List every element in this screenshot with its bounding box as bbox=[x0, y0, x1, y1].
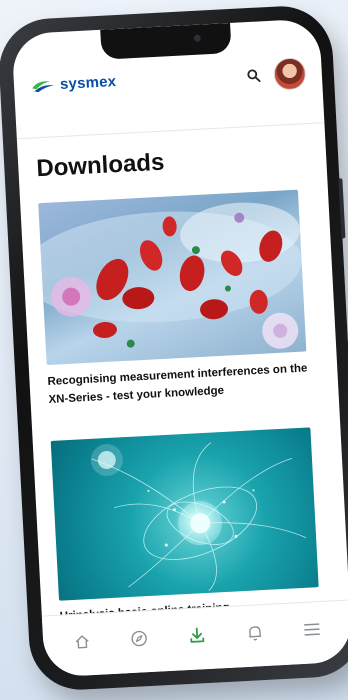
search-icon bbox=[247, 69, 261, 82]
sysmex-logo-icon bbox=[32, 80, 55, 92]
download-thumbnail-2[interactable] bbox=[50, 427, 319, 601]
tab-notifications[interactable] bbox=[240, 617, 269, 646]
tab-menu[interactable] bbox=[297, 614, 326, 643]
home-icon bbox=[75, 634, 89, 648]
phone-side-button bbox=[338, 178, 346, 239]
menu-icon bbox=[304, 622, 321, 636]
tab-home[interactable] bbox=[67, 626, 96, 655]
search-button[interactable] bbox=[243, 65, 264, 86]
camera-dot bbox=[193, 34, 201, 42]
download-icon bbox=[190, 627, 205, 643]
brand-name: sysmex bbox=[59, 73, 117, 93]
tab-downloads[interactable] bbox=[182, 620, 211, 649]
bell-icon bbox=[248, 625, 261, 640]
tab-explore[interactable] bbox=[125, 623, 154, 652]
phone-frame: sysmex Downloads Recognising measurement… bbox=[0, 3, 348, 693]
compass-icon bbox=[131, 630, 148, 646]
abstract-burst-illustration bbox=[90, 442, 307, 592]
blood-cells-illustration bbox=[38, 202, 302, 349]
phone-notch bbox=[100, 22, 232, 60]
app-screen: sysmex Downloads Recognising measurement… bbox=[11, 18, 348, 678]
download-thumbnail-1[interactable] bbox=[38, 189, 307, 366]
download-title-1[interactable]: Recognising measurement interferences on… bbox=[47, 359, 311, 409]
page-title: Downloads bbox=[35, 148, 165, 183]
